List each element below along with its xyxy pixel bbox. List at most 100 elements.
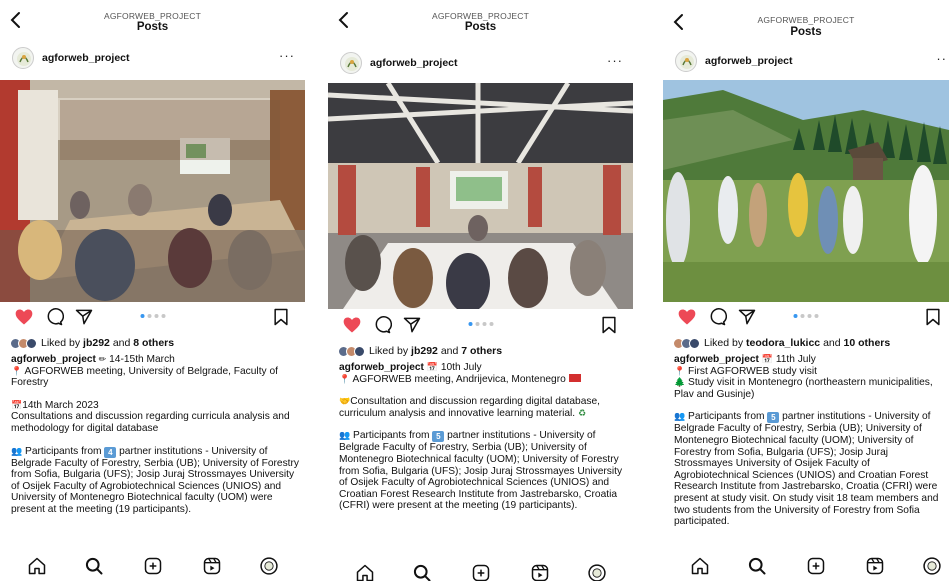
account-name[interactable]: agforweb_project — [42, 52, 130, 64]
caption-body: Consultations and discussion regarding c… — [11, 411, 290, 434]
liker-name[interactable]: jb292 — [411, 345, 438, 357]
participants-prefix: Participants from — [685, 411, 768, 423]
post-actions — [0, 305, 305, 329]
likes-row[interactable]: Liked by teodora_lukicc and 10 others — [673, 335, 943, 351]
screen-header: AGFORWEB_PROJECT Posts — [0, 0, 305, 40]
search-icon[interactable] — [84, 556, 104, 576]
search-icon[interactable] — [747, 556, 767, 576]
share-icon[interactable] — [402, 315, 422, 335]
liker-name[interactable]: jb292 — [83, 337, 110, 349]
likes-prefix: Liked by — [41, 337, 81, 349]
heart-icon[interactable] — [677, 307, 697, 327]
create-icon[interactable] — [471, 563, 491, 581]
page-title: Posts — [136, 21, 169, 33]
carousel-indicator — [793, 314, 819, 318]
reels-icon[interactable] — [202, 556, 222, 576]
account-name[interactable]: agforweb_project — [705, 55, 793, 67]
people-icon: 👥 — [339, 430, 351, 441]
likes-count[interactable]: 8 others — [133, 337, 174, 349]
post-actions — [663, 305, 949, 329]
reels-icon[interactable] — [530, 563, 550, 581]
participants-prefix: Participants from — [22, 445, 105, 457]
comment-icon[interactable] — [44, 307, 64, 327]
flag-icon — [568, 373, 581, 382]
likes-and: and — [823, 337, 841, 349]
profile-icon[interactable] — [259, 556, 279, 576]
create-icon[interactable] — [143, 556, 163, 576]
more-icon[interactable]: ··· — [279, 49, 295, 62]
likes-count[interactable]: 7 others — [461, 345, 502, 357]
handshake-icon: 🤝 — [339, 396, 351, 407]
likes-prefix: Liked by — [704, 337, 744, 349]
caption-date: 10th July — [437, 362, 482, 373]
create-icon[interactable] — [806, 556, 826, 576]
avatar[interactable] — [340, 52, 362, 74]
liker-name[interactable]: teodora_lukicc — [746, 337, 820, 349]
bookmark-icon[interactable] — [599, 315, 619, 335]
caption-date: 11th July — [772, 354, 816, 365]
likes-prefix: Liked by — [369, 345, 409, 357]
share-icon[interactable] — [737, 307, 757, 327]
likes-row[interactable]: Liked by jb292 and 8 others — [10, 335, 299, 351]
profile-icon[interactable] — [922, 556, 942, 576]
likes-and: and — [112, 337, 131, 349]
more-icon[interactable]: ··· — [607, 54, 623, 67]
heart-icon[interactable] — [14, 307, 34, 327]
caption-location: AGFORWEB meeting, University of Belgrade… — [11, 365, 278, 389]
post-panel-3: AGFORWEB_PROJECT Posts agforweb_project … — [663, 0, 949, 581]
caption-visit: First AGFORWEB study visit — [685, 365, 817, 377]
share-icon[interactable] — [74, 307, 94, 327]
likes-count[interactable]: 10 others — [844, 337, 891, 349]
avatar[interactable] — [12, 47, 34, 69]
post-caption: agforweb_project ✏ 14-15th March 📍 AGFOR… — [11, 354, 299, 516]
avatar[interactable] — [675, 50, 697, 72]
likes-row[interactable]: Liked by jb292 and 7 others — [338, 343, 627, 359]
profile-icon[interactable] — [587, 563, 607, 581]
caption-user[interactable]: agforweb_project — [339, 362, 424, 373]
carousel-indicator — [140, 314, 165, 318]
page-title: Posts — [464, 21, 497, 33]
home-icon[interactable] — [690, 556, 710, 576]
comment-icon[interactable] — [707, 307, 727, 327]
likes-and: and — [440, 345, 459, 357]
participants-text: partner institutions - University of Bel… — [339, 430, 623, 512]
recycle-icon: ♻ — [577, 407, 587, 418]
post-photo[interactable] — [328, 83, 633, 309]
caption-user[interactable]: agforweb_project — [11, 354, 96, 365]
header-username: AGFORWEB_PROJECT — [757, 15, 855, 25]
post-caption: agforweb_project 📅 10th July 📍 AGFORWEB … — [339, 362, 627, 512]
number-badge: 5 — [767, 412, 780, 424]
liker-avatars — [10, 337, 37, 349]
caption-location: Study visit in Montenegro (northeastern … — [674, 377, 933, 400]
calendar-icon: 📅 — [11, 399, 23, 410]
reels-icon[interactable] — [865, 556, 885, 576]
home-icon[interactable] — [355, 563, 375, 581]
home-icon[interactable] — [27, 556, 47, 576]
post-actions — [328, 313, 633, 337]
people-icon: 👥 — [11, 445, 23, 456]
header-username: AGFORWEB_PROJECT — [431, 11, 530, 21]
heart-icon[interactable] — [342, 315, 362, 335]
bookmark-icon[interactable] — [271, 307, 291, 327]
more-icon[interactable]: ·· — [936, 52, 947, 65]
participants-text: partner institutions - University of Bel… — [674, 411, 939, 528]
post-caption: agforweb_project 📅 11th July 📍 First AGF… — [674, 354, 947, 528]
screen-header: AGFORWEB_PROJECT Posts — [328, 0, 633, 40]
post-account-row: agforweb_project ··· — [0, 44, 305, 74]
pin-icon: 📍 — [674, 365, 686, 376]
post-photo[interactable] — [0, 80, 305, 302]
bottom-nav — [328, 558, 633, 581]
liker-avatars — [673, 337, 700, 349]
number-badge: 4 — [104, 446, 117, 458]
post-photo[interactable] — [663, 80, 949, 302]
people-icon: 👥 — [674, 411, 686, 422]
post-panel-1: AGFORWEB_PROJECT Posts agforweb_project … — [0, 0, 305, 581]
search-icon[interactable] — [412, 563, 432, 581]
header-username: AGFORWEB_PROJECT — [103, 11, 202, 21]
comment-icon[interactable] — [372, 315, 392, 335]
bookmark-icon[interactable] — [923, 307, 943, 327]
liker-avatars — [338, 345, 365, 357]
number-badge: 5 — [432, 431, 445, 443]
caption-user[interactable]: agforweb_project — [674, 354, 759, 365]
account-name[interactable]: agforweb_project — [370, 57, 458, 69]
